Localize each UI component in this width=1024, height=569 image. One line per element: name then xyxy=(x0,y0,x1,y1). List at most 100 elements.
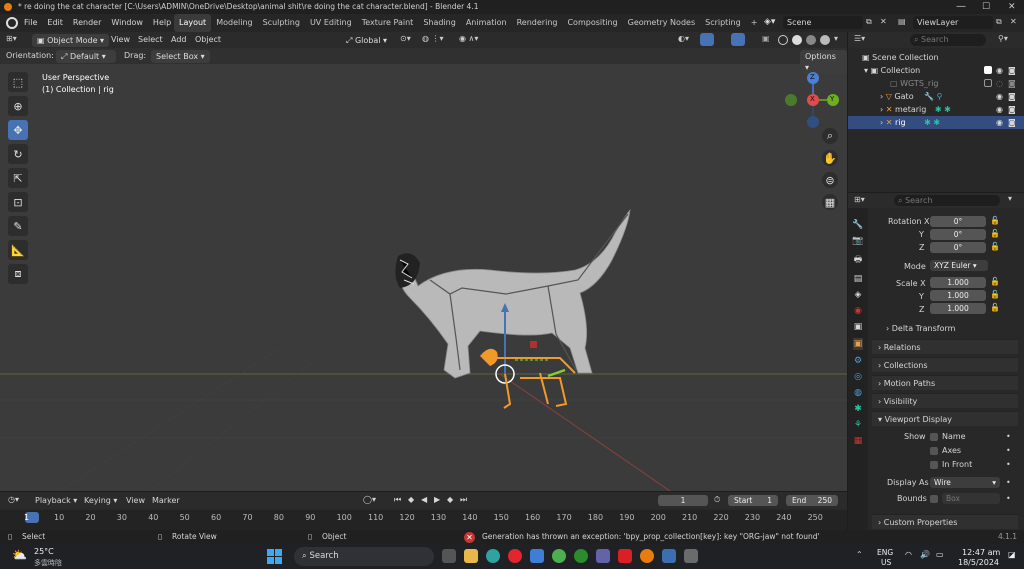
constraints-tab-icon[interactable]: ✱ xyxy=(854,404,862,414)
marker-menu[interactable]: Marker xyxy=(152,496,180,505)
pivot-icon[interactable]: ⊙▾ xyxy=(400,34,411,43)
menu-view[interactable]: View xyxy=(111,35,130,44)
outliner-row-scene-collection[interactable]: ▣ Scene Collection xyxy=(848,51,1024,64)
collection-tab-icon[interactable]: ▣ xyxy=(854,322,863,332)
shading-wireframe-icon[interactable] xyxy=(778,35,788,45)
chrome-icon[interactable] xyxy=(552,549,566,563)
bounds-dropdown[interactable]: Box xyxy=(942,493,1000,504)
delta-transform-section[interactable]: › Delta Transform xyxy=(886,324,955,333)
name-checkbox[interactable] xyxy=(930,433,938,441)
measure-tool-icon[interactable]: 📐 xyxy=(8,240,28,260)
outliner-row-wgts-rig[interactable]: ▢ WGTS_rig ◌ ◙ xyxy=(848,77,1024,90)
outliner-search-input[interactable]: ⌕ Search xyxy=(910,34,986,46)
next-keyframe-icon[interactable]: ◆ xyxy=(447,495,453,504)
battery-icon[interactable]: ▭ xyxy=(936,550,944,559)
camera-icon[interactable]: ◙ xyxy=(1008,103,1016,116)
new-scene-icon[interactable]: ⧉ xyxy=(866,17,872,27)
modifier-tab-icon[interactable]: ⚙ xyxy=(854,356,862,366)
lock-icon[interactable]: 🔓 xyxy=(990,303,1000,312)
cat-mesh[interactable] xyxy=(395,208,631,379)
menu-window[interactable]: Window xyxy=(111,14,143,32)
scale-tool-icon[interactable]: ⇱ xyxy=(8,168,28,188)
menu-object[interactable]: Object xyxy=(195,35,221,44)
tab-rendering[interactable]: Rendering xyxy=(512,14,563,32)
camera-icon[interactable]: ◙ xyxy=(1008,116,1016,129)
menu-add[interactable]: Add xyxy=(171,35,187,44)
scene-tab-icon[interactable]: ◈ xyxy=(855,290,862,300)
select-box-tool-icon[interactable]: ⬚ xyxy=(8,72,28,92)
world-tab-icon[interactable]: ◉ xyxy=(854,306,862,316)
rotation-x-field[interactable]: 0° xyxy=(930,216,986,227)
pin-icon[interactable]: ▾ xyxy=(1008,194,1012,203)
eye-icon[interactable]: ◉ xyxy=(996,90,1003,103)
eye-icon[interactable]: ◉ xyxy=(996,116,1003,129)
stopwatch-icon[interactable]: ⏱ xyxy=(714,495,720,505)
transform-tool-icon[interactable]: ⊡ xyxy=(8,192,28,212)
relations-section[interactable]: › Relations xyxy=(872,339,1018,354)
pan-hand-icon[interactable]: ✋ xyxy=(822,150,838,166)
custom-properties-section[interactable]: › Custom Properties xyxy=(872,514,1018,529)
camera-icon[interactable]: ◙ xyxy=(1008,77,1016,90)
start-frame-field[interactable]: Start 1 xyxy=(728,495,778,506)
snap-icon[interactable]: ◍ ⋮▾ xyxy=(422,34,444,43)
clock-time[interactable]: 12:47 am xyxy=(962,548,1000,557)
new-view-layer-icon[interactable]: ⧉ xyxy=(996,17,1002,27)
weather-icon[interactable]: ⛅ xyxy=(12,548,27,562)
menu-render[interactable]: Render xyxy=(73,14,101,32)
filter-icon[interactable]: ⚲▾ xyxy=(998,34,1008,43)
app-icon[interactable] xyxy=(662,549,676,563)
3d-viewport[interactable]: Orientation: ⤢ Default ▾ Drag: Select Bo… xyxy=(0,48,847,491)
lock-icon[interactable]: 🔓 xyxy=(990,290,1000,299)
keying-menu[interactable]: Keying ▾ xyxy=(84,496,117,505)
tab-shading[interactable]: Shading xyxy=(418,14,461,32)
view-layer-icon[interactable]: ▤ xyxy=(898,17,906,26)
output-tab-icon[interactable]: 🖶 xyxy=(854,252,863,268)
tab-texture-paint[interactable]: Texture Paint xyxy=(357,14,419,32)
playback-menu[interactable]: Playback ▾ xyxy=(35,496,77,505)
data-tab-icon[interactable]: ⚘ xyxy=(854,420,862,430)
lock-icon[interactable]: 🔓 xyxy=(990,216,1000,225)
tab-animation[interactable]: Animation xyxy=(461,14,512,32)
play-reverse-icon[interactable]: ◀ xyxy=(421,495,427,504)
edge-icon[interactable] xyxy=(486,549,500,563)
view-layer-selector[interactable]: ViewLayer xyxy=(913,16,993,29)
display-as-dropdown[interactable]: Wire ▾ xyxy=(930,477,1000,488)
tab-modeling[interactable]: Modeling xyxy=(211,14,257,32)
menu-edit[interactable]: Edit xyxy=(47,14,63,32)
play-icon[interactable]: ▶ xyxy=(434,495,440,504)
jump-end-icon[interactable]: ⏭ xyxy=(460,495,467,505)
shading-solid-icon[interactable] xyxy=(792,35,802,45)
rotation-mode-dropdown[interactable]: XYZ Euler ▾ xyxy=(930,260,988,271)
menu-file[interactable]: File xyxy=(24,14,37,32)
current-frame-field[interactable]: 1 xyxy=(658,495,708,506)
scale-y-field[interactable]: 1.000 xyxy=(930,290,986,301)
transform-orientation-dropdown[interactable]: ⤢ Global ▾ xyxy=(341,34,392,47)
eye-closed-icon[interactable]: ◌ xyxy=(996,77,1003,90)
xbox-icon[interactable] xyxy=(574,549,588,563)
outliner-editor-icon[interactable]: ☰▾ xyxy=(854,34,865,43)
render-tab-icon[interactable]: 📷 xyxy=(852,236,863,246)
jump-start-icon[interactable]: ⏮ xyxy=(394,495,401,505)
shading-options-icon[interactable]: ▾ xyxy=(834,34,838,43)
scene-icon[interactable]: ◈▾ xyxy=(764,17,775,27)
outliner-row-rig[interactable]: › ✕ rig ✱ ✱ ◉ ◙ xyxy=(848,116,1024,129)
view-layer-tab-icon[interactable]: ▤ xyxy=(854,274,863,284)
lock-icon[interactable]: 🔓 xyxy=(990,277,1000,286)
checkbox-icon[interactable] xyxy=(984,66,992,74)
tab-scripting[interactable]: Scripting xyxy=(700,14,746,32)
start-button[interactable] xyxy=(267,549,282,564)
notification-icon[interactable]: ◪ xyxy=(1008,550,1016,559)
creative-cloud-icon[interactable] xyxy=(618,549,632,563)
ortho-grid-icon[interactable]: ▦ xyxy=(822,194,838,210)
properties-search-input[interactable]: ⌕ Search xyxy=(894,195,1000,206)
timeline-view-menu[interactable]: View xyxy=(126,496,145,505)
maximize-icon[interactable]: ☐ xyxy=(982,0,990,14)
zoom-icon[interactable]: ⌕ xyxy=(822,128,838,144)
physics-tab-icon[interactable]: ◍ xyxy=(854,388,862,398)
viewport-display-section[interactable]: ▾ Viewport Display xyxy=(872,411,1018,426)
blender-icon[interactable] xyxy=(640,549,654,563)
taskbar-search[interactable]: ⌕ Search xyxy=(294,547,434,566)
shading-rendered-icon[interactable] xyxy=(820,35,830,45)
rotation-z-field[interactable]: 0° xyxy=(930,242,986,253)
opera-icon[interactable] xyxy=(508,549,522,563)
